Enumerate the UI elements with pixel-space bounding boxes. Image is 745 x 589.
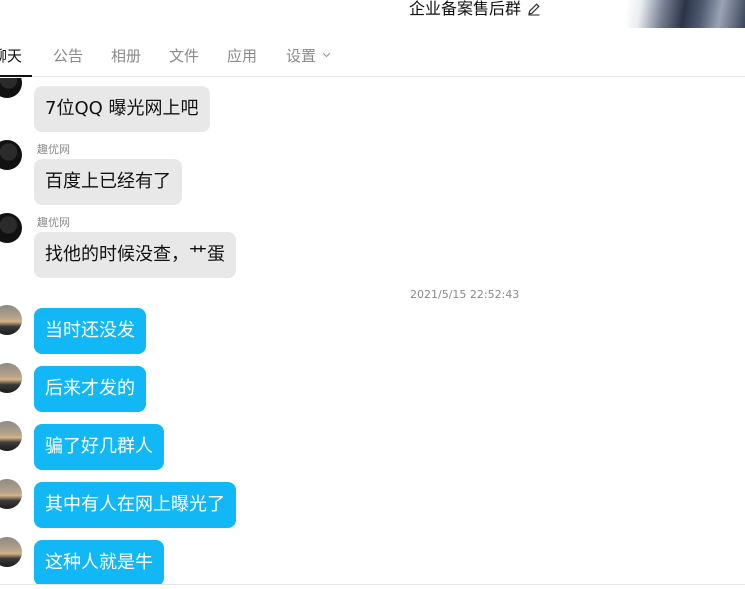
message-bubble[interactable]: 这种人就是牛: [34, 540, 164, 584]
pencil-icon[interactable]: [527, 2, 541, 16]
tab-chat[interactable]: 聊天: [0, 46, 22, 66]
avatar[interactable]: [0, 213, 22, 243]
tab-album[interactable]: 相册: [111, 46, 141, 66]
avatar[interactable]: [0, 305, 22, 335]
message-timestamp: 2021/5/15 22:52:43: [410, 288, 520, 301]
chevron-down-icon: [322, 52, 331, 58]
group-title-text: 企业备案售后群: [409, 0, 522, 18]
message-bubble[interactable]: 百度上已经有了: [34, 159, 182, 205]
tab-apps[interactable]: 应用: [227, 46, 257, 66]
message-bubble[interactable]: 找他的时候没查，艹蛋: [34, 232, 236, 278]
tab-settings-label: 设置: [286, 47, 317, 65]
avatar[interactable]: [0, 421, 22, 451]
message-bubble[interactable]: 骗了好几群人: [34, 424, 164, 470]
divider: [0, 584, 745, 585]
message-bubble[interactable]: 后来才发的: [34, 366, 146, 412]
avatar[interactable]: [0, 363, 22, 393]
group-title[interactable]: 企业备案售后群: [409, 0, 541, 18]
tab-bar: 聊天 公告 相册 文件 应用 设置: [0, 40, 745, 77]
active-tab-indicator: [0, 75, 32, 77]
sender-name[interactable]: 趣优网: [37, 216, 70, 229]
chat-message-list[interactable]: 7位QQ 曝光网上吧 趣优网 百度上已经有了 趣优网 找他的时候没查，艹蛋 20…: [0, 78, 745, 584]
tab-announcements[interactable]: 公告: [53, 46, 83, 66]
sender-name[interactable]: 趣优网: [37, 143, 70, 156]
message-bubble[interactable]: 其中有人在网上曝光了: [34, 482, 236, 528]
group-banner-image: [627, 0, 745, 28]
message-bubble[interactable]: 当时还没发: [34, 308, 146, 354]
avatar[interactable]: [0, 78, 22, 98]
avatar[interactable]: [0, 537, 22, 567]
avatar[interactable]: [0, 140, 22, 170]
tab-files[interactable]: 文件: [169, 46, 199, 66]
message-bubble[interactable]: 7位QQ 曝光网上吧: [34, 86, 210, 132]
avatar[interactable]: [0, 479, 22, 509]
title-bar: 企业备案售后群: [0, 0, 745, 28]
tab-settings[interactable]: 设置: [286, 46, 331, 66]
